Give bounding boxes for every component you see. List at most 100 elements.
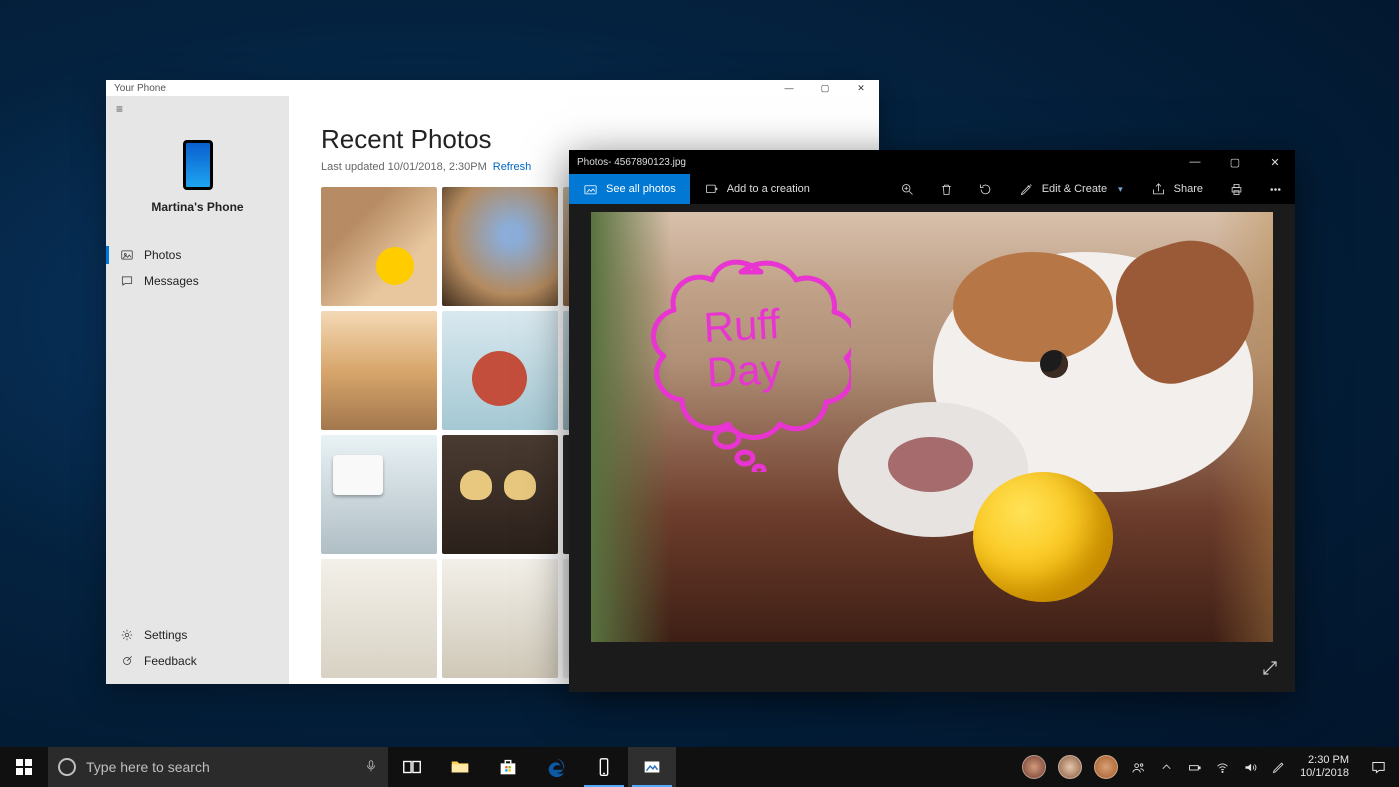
refresh-link[interactable]: Refresh — [493, 161, 532, 173]
image-icon — [120, 248, 134, 262]
rotate-button[interactable] — [966, 174, 1005, 204]
collection-icon — [583, 182, 598, 197]
more-button[interactable] — [1256, 174, 1295, 204]
close-button[interactable]: ✕ — [843, 80, 879, 96]
photo-thumbnail[interactable] — [321, 559, 437, 678]
photo-canvas[interactable]: Ruff Day — [591, 212, 1273, 642]
rotate-icon — [978, 182, 993, 197]
wifi-indicator[interactable] — [1208, 747, 1236, 787]
dog-illustration — [953, 252, 1113, 362]
photos-window: Photos- 4567890123.jpg — ▢ ✕ See all pho… — [569, 150, 1295, 692]
taskbar-clock[interactable]: 2:30 PM 10/1/2018 — [1292, 754, 1357, 779]
minimize-button[interactable]: — — [1175, 150, 1215, 174]
zoom-icon — [900, 182, 915, 197]
photo-thumbnail[interactable] — [442, 311, 558, 430]
folder-icon — [449, 756, 471, 778]
photos-toolbar: See all photos Add to a creation Edit & … — [569, 174, 1295, 204]
photos-taskbar-button[interactable] — [628, 747, 676, 787]
clock-time: 2:30 PM — [1300, 754, 1349, 767]
start-button[interactable] — [0, 747, 48, 787]
photos-title: Photos- 4567890123.jpg — [577, 157, 686, 168]
photo-thumbnail[interactable] — [321, 311, 437, 430]
people-avatar[interactable] — [1022, 755, 1046, 779]
photo-thumbnail[interactable] — [442, 435, 558, 554]
trash-icon — [939, 182, 954, 197]
volume-icon — [1243, 760, 1258, 775]
maximize-button[interactable]: ▢ — [1215, 150, 1255, 174]
edge-button[interactable] — [532, 747, 580, 787]
task-view-icon — [401, 756, 423, 778]
file-explorer-button[interactable] — [436, 747, 484, 787]
nav-photos-label: Photos — [144, 248, 181, 262]
search-placeholder: Type here to search — [86, 759, 210, 775]
photo-thumbnail[interactable] — [321, 187, 437, 306]
edit-create-button[interactable]: Edit & Create ▾ — [1005, 174, 1137, 204]
message-icon — [120, 274, 134, 288]
fullscreen-button[interactable] — [1261, 659, 1279, 682]
ball-illustration — [973, 472, 1113, 602]
device-name: Martina's Phone — [106, 200, 289, 214]
cortana-icon — [58, 758, 76, 776]
wifi-icon — [1215, 760, 1230, 775]
close-button[interactable]: ✕ — [1255, 150, 1295, 174]
share-label: Share — [1174, 183, 1203, 195]
your-phone-title: Your Phone — [114, 83, 166, 94]
minimize-button[interactable]: — — [771, 80, 807, 96]
add-album-icon — [704, 182, 719, 197]
ink-annotation-text: Ruff Day — [661, 300, 826, 398]
nav-messages[interactable]: Messages — [106, 268, 289, 294]
photo-thumbnail[interactable] — [321, 435, 437, 554]
nav-feedback-label: Feedback — [144, 654, 197, 668]
people-avatar[interactable] — [1094, 755, 1118, 779]
gear-icon — [120, 628, 134, 642]
volume-indicator[interactable] — [1236, 747, 1264, 787]
phone-icon — [183, 140, 213, 190]
nav-photos[interactable]: Photos — [106, 242, 289, 268]
action-center-button[interactable] — [1357, 747, 1399, 787]
edit-create-label: Edit & Create — [1042, 183, 1107, 195]
your-phone-sidebar: ≡ Martina's Phone Photos Messages Settin — [106, 96, 289, 684]
photos-app-icon — [641, 756, 663, 778]
nav-settings[interactable]: Settings — [106, 622, 289, 648]
people-avatar[interactable] — [1058, 755, 1082, 779]
your-phone-taskbar-button[interactable] — [580, 747, 628, 787]
tray-overflow-button[interactable] — [1152, 747, 1180, 787]
delete-button[interactable] — [927, 174, 966, 204]
task-view-button[interactable] — [388, 747, 436, 787]
maximize-button[interactable]: ▢ — [807, 80, 843, 96]
clock-date: 10/1/2018 — [1300, 767, 1349, 780]
share-icon — [1151, 182, 1166, 197]
nav-settings-label: Settings — [144, 628, 187, 642]
share-button[interactable]: Share — [1137, 174, 1217, 204]
ink-workspace-button[interactable] — [1264, 747, 1292, 787]
battery-indicator[interactable] — [1180, 747, 1208, 787]
store-icon — [497, 756, 519, 778]
photos-titlebar: Photos- 4567890123.jpg — ▢ ✕ — [569, 150, 1295, 174]
photo-thumbnail[interactable] — [442, 559, 558, 678]
see-all-photos-button[interactable]: See all photos — [569, 174, 690, 204]
pen-icon — [1271, 760, 1286, 775]
print-icon — [1229, 182, 1244, 197]
chevron-up-icon — [1159, 760, 1174, 775]
photo-thumbnail[interactable] — [442, 187, 558, 306]
dog-illustration — [888, 437, 973, 492]
taskbar-search[interactable]: Type here to search — [48, 747, 388, 787]
nav-feedback[interactable]: Feedback — [106, 648, 289, 674]
add-to-creation-button[interactable]: Add to a creation — [690, 174, 824, 204]
edge-icon — [545, 756, 567, 778]
hamburger-icon[interactable]: ≡ — [106, 96, 289, 122]
dog-illustration — [1040, 350, 1068, 378]
device-summary: Martina's Phone — [106, 122, 289, 224]
nav-messages-label: Messages — [144, 274, 199, 288]
notification-icon — [1370, 759, 1387, 776]
phone-icon — [593, 756, 615, 778]
edit-icon — [1019, 182, 1034, 197]
last-updated-text: Last updated 10/01/2018, 2:30PM — [321, 161, 487, 173]
people-button[interactable] — [1124, 747, 1152, 787]
print-button[interactable] — [1217, 174, 1256, 204]
people-icon — [1131, 760, 1146, 775]
mic-button[interactable] — [364, 759, 378, 776]
zoom-button[interactable] — [888, 174, 927, 204]
windows-icon — [16, 759, 32, 775]
store-button[interactable] — [484, 747, 532, 787]
